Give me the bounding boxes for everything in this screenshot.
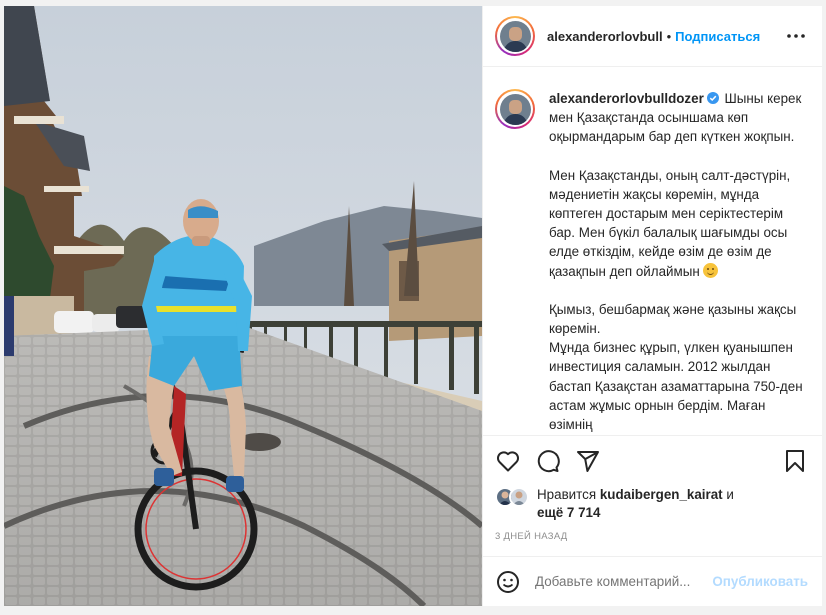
post-timestamp[interactable]: 3 ДНЕЙ НАЗАД — [495, 531, 808, 542]
caption-paragraph-3b: Мұнда бизнес құрып, үлкен қуанышпен инве… — [549, 340, 803, 433]
likes-conj: и — [726, 487, 734, 502]
comment-icon[interactable] — [535, 448, 561, 474]
smiling-face-emoji — [703, 262, 719, 278]
likers-avatars[interactable] — [495, 487, 535, 509]
caption-area: alexanderorlovbulldozer Шыны керек мен Қ… — [483, 67, 822, 435]
post-side-panel: alexanderorlovbull • Подписаться alexand… — [482, 6, 822, 606]
likes-count[interactable]: ещё 7 714 — [537, 505, 600, 520]
caption-paragraph-2: Мен Қазақстанды, оның салт-дәстүрін, мәд… — [549, 167, 791, 279]
liker-username[interactable]: kudaibergen_kairat — [600, 487, 723, 502]
caption-author[interactable]: alexanderorlovbulldozer — [549, 91, 704, 106]
avatar-image — [499, 93, 531, 125]
post-photo[interactable] — [4, 6, 482, 606]
liker-avatar — [509, 487, 529, 507]
caption-text: alexanderorlovbulldozer Шыны керек мен Қ… — [549, 89, 804, 435]
comment-input[interactable] — [535, 574, 713, 589]
avatar-image — [499, 20, 531, 52]
actions-block: Нравится kudaibergen_kairat и ещё 7 714 … — [483, 435, 822, 556]
author-username[interactable]: alexanderorlovbull — [547, 29, 663, 44]
more-horizontal-icon[interactable] — [784, 24, 808, 48]
post-header: alexanderorlovbull • Подписаться — [483, 6, 822, 67]
heart-icon[interactable] — [495, 448, 521, 474]
likes-summary: Нравится kudaibergen_kairat и ещё 7 714 — [495, 486, 808, 522]
author-avatar[interactable] — [495, 16, 535, 56]
caption-paragraph-3a: Қымыз, бешбармақ және қазыны жақсы көрем… — [549, 301, 797, 337]
verified-badge-icon — [706, 92, 719, 104]
follow-button[interactable]: Подписаться — [675, 29, 760, 44]
send-icon[interactable] — [575, 448, 601, 474]
comment-bar: Опубликовать — [483, 556, 822, 606]
likes-prefix: Нравится — [537, 487, 597, 502]
caption-author-avatar[interactable] — [495, 89, 535, 129]
separator-dot: • — [666, 28, 672, 44]
likes-text: Нравится kudaibergen_kairat и ещё 7 714 — [537, 486, 734, 522]
cyclist-photo — [4, 6, 482, 606]
emoji-icon[interactable] — [495, 569, 521, 595]
post-modal: alexanderorlovbull • Подписаться alexand… — [4, 6, 822, 606]
action-bar — [495, 436, 808, 486]
publish-button[interactable]: Опубликовать — [712, 574, 808, 589]
bookmark-icon[interactable] — [782, 448, 808, 474]
